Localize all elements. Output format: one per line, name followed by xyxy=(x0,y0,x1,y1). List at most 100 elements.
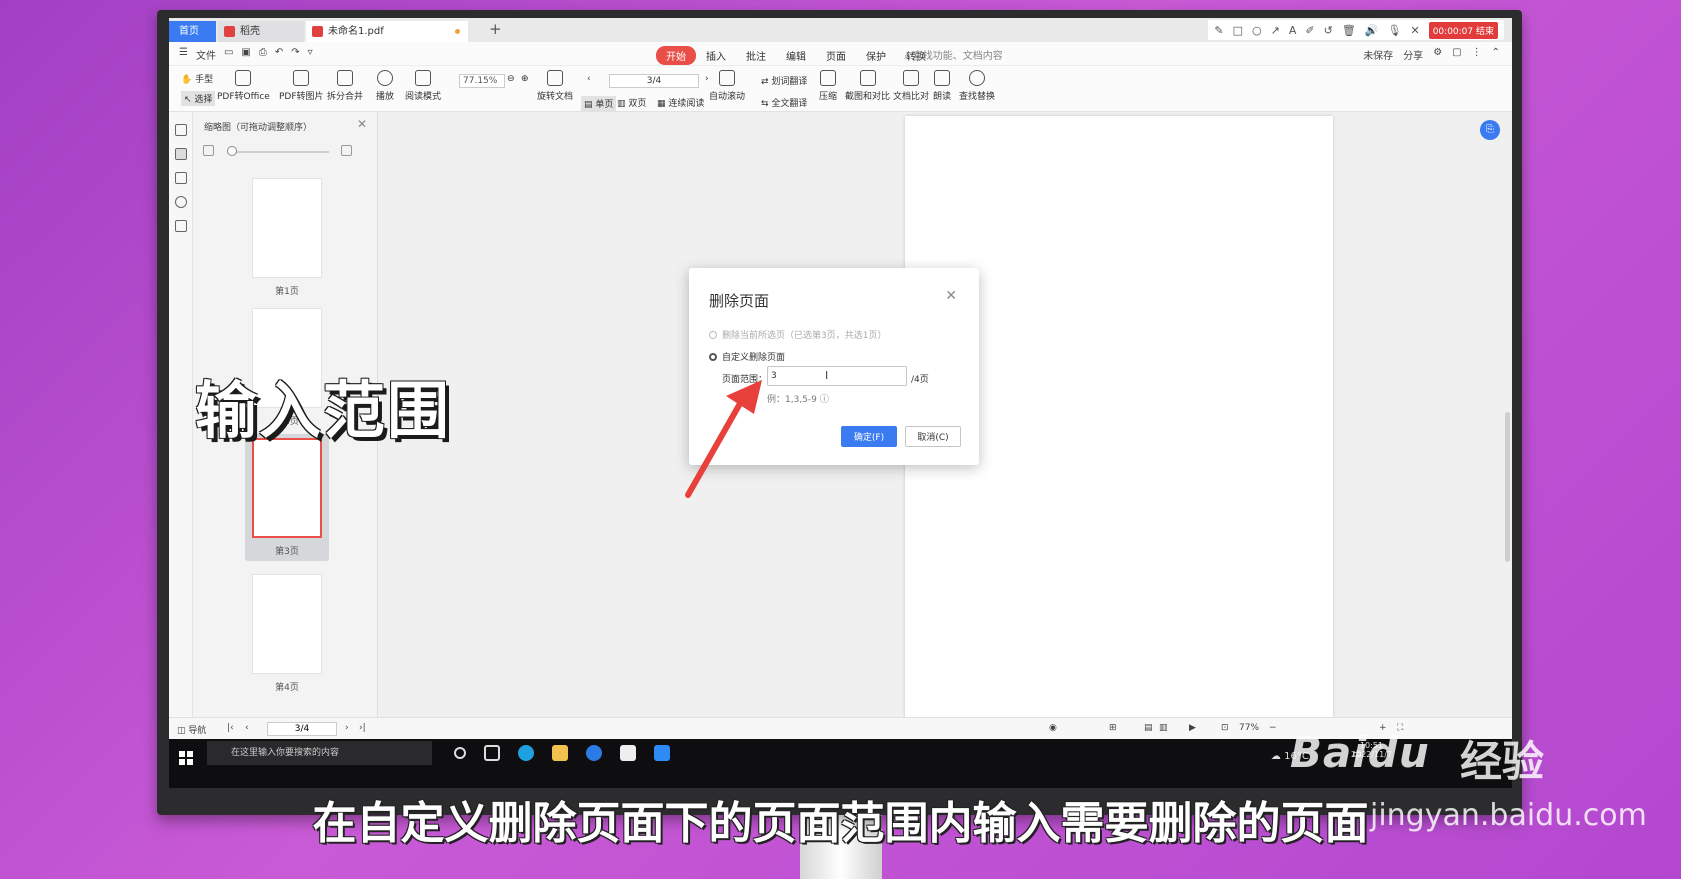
ribbon-tab-page[interactable]: 页面 xyxy=(816,46,856,65)
zoom-out-icon[interactable]: − xyxy=(1269,723,1277,733)
page-number-input[interactable]: 3/4 xyxy=(609,74,699,88)
menu-file[interactable]: 文件 xyxy=(196,47,216,62)
thumbnail-icon[interactable] xyxy=(175,148,187,160)
word-translate-button[interactable]: ⇄ 划词翻译 xyxy=(761,74,807,87)
read-mode-button[interactable]: 阅读模式 xyxy=(405,70,441,102)
app-icon[interactable] xyxy=(654,745,670,761)
mic-icon[interactable]: 🎙 xyxy=(1388,24,1402,37)
cancel-button[interactable]: 取消(C) xyxy=(905,426,961,447)
redo-icon[interactable]: ↷ xyxy=(291,47,299,62)
page-width-icon[interactable]: ⊞ xyxy=(1109,723,1117,733)
arrow-tool-icon[interactable]: ↗ xyxy=(1271,24,1280,37)
close-icon[interactable]: ✕ xyxy=(357,117,367,131)
prev-page-icon[interactable]: ‹ xyxy=(587,74,591,84)
screenshot-compare-button[interactable]: 截图和对比 xyxy=(845,70,890,102)
next-page-icon[interactable]: › xyxy=(345,723,349,733)
print-icon[interactable]: ⎙ xyxy=(259,47,267,62)
close-icon[interactable]: ✕ xyxy=(945,288,957,304)
split-merge-button[interactable]: 拆分合并 xyxy=(327,70,363,102)
assistant-icon[interactable]: ⎘ xyxy=(1480,120,1500,140)
trash-icon[interactable]: 🗑 xyxy=(1342,24,1356,37)
status-zoom[interactable]: 77% xyxy=(1239,723,1259,733)
confirm-button[interactable]: 确定(F) xyxy=(841,426,897,447)
share-button[interactable]: 分享 xyxy=(1403,47,1423,62)
continuous-read-button[interactable]: ▦ 连续阅读 xyxy=(657,96,704,109)
nav-toggle[interactable]: ◫ 导航 xyxy=(177,723,206,736)
auto-scroll-button[interactable]: 自动滚动 xyxy=(709,70,745,102)
full-translate-button[interactable]: ⇆ 全文翻译 xyxy=(761,96,807,109)
collapse-icon[interactable]: ⌃ xyxy=(1492,47,1500,62)
text-tool-icon[interactable]: A xyxy=(1289,24,1297,37)
thumbnail-page-4[interactable]: 第4页 xyxy=(245,570,329,697)
slider-handle[interactable] xyxy=(227,146,237,156)
open-icon[interactable]: ▭ xyxy=(224,47,233,62)
compress-button[interactable]: 压缩 xyxy=(819,70,837,102)
doc-compare-button[interactable]: 文档比对 xyxy=(893,70,929,102)
last-page-icon[interactable]: ›| xyxy=(359,723,366,733)
zoom-out-icon[interactable]: ⊖ xyxy=(507,74,515,84)
task-view-icon[interactable] xyxy=(484,745,500,761)
feature-search[interactable]: ⌕ 查找功能、文档内容 xyxy=(904,47,1003,62)
comment-icon[interactable]: ▢ xyxy=(1452,47,1461,62)
speaker-icon[interactable]: 🔊 xyxy=(1365,24,1379,37)
page-range-input[interactable] xyxy=(767,366,907,386)
ribbon-tab-insert[interactable]: 插入 xyxy=(696,46,736,65)
tab-document[interactable]: 未命名1.pdf xyxy=(306,21,468,42)
status-page-input[interactable]: 3/4 xyxy=(267,722,337,736)
thumbnail-page-3[interactable]: 第3页 xyxy=(245,434,329,561)
single-page-button[interactable]: ▤ 单页 xyxy=(581,96,617,111)
double-page-icon[interactable]: ▥ xyxy=(1159,723,1168,733)
dropdown-icon[interactable]: ▿ xyxy=(308,47,313,62)
radio-custom-delete[interactable]: 自定义删除页面 xyxy=(709,350,785,363)
zoom-select[interactable]: 77.15% xyxy=(459,74,505,88)
vertical-scrollbar[interactable] xyxy=(1505,412,1510,562)
taskbar-search[interactable]: 在这里输入你要搜索的内容 xyxy=(207,741,432,765)
close-icon[interactable]: ✕ xyxy=(1410,24,1419,37)
save-icon[interactable]: ▣ xyxy=(241,47,250,62)
ribbon-tab-annotate[interactable]: 批注 xyxy=(736,46,776,65)
browser-icon[interactable] xyxy=(586,745,602,761)
pdf-to-image-button[interactable]: PDF转图片 xyxy=(279,70,324,102)
cortana-icon[interactable] xyxy=(454,747,466,759)
play-button[interactable]: 播放 xyxy=(376,70,394,102)
hamburger-icon[interactable]: ☰ xyxy=(179,47,188,62)
thumbnail-size-slider[interactable] xyxy=(229,151,329,153)
rotate-button[interactable]: 旋转文档 xyxy=(537,70,573,102)
bookmark-icon[interactable] xyxy=(175,124,187,136)
ribbon-tab-protect[interactable]: 保护 xyxy=(856,46,896,65)
read-aloud-button[interactable]: 朗读 xyxy=(933,70,951,102)
pdf-to-office-button[interactable]: PDF转Office xyxy=(217,70,270,102)
signature-icon[interactable] xyxy=(175,220,187,232)
double-page-button[interactable]: ▥ 双页 xyxy=(617,96,646,109)
edge-icon[interactable] xyxy=(518,745,534,761)
hand-tool[interactable]: ✋ 手型 xyxy=(181,72,213,85)
file-explorer-icon[interactable] xyxy=(552,745,568,761)
undo-icon[interactable]: ↶ xyxy=(275,47,283,62)
prev-page-icon[interactable]: ‹ xyxy=(245,723,249,733)
marker-icon[interactable]: ✐ xyxy=(1305,24,1314,37)
rectangle-icon[interactable]: □ xyxy=(1233,24,1243,37)
eye-icon[interactable]: ◉ xyxy=(1049,723,1057,733)
pen-icon[interactable]: ✎ xyxy=(1214,24,1223,37)
tab-home[interactable]: 首页 xyxy=(169,21,216,42)
radio-delete-current[interactable]: 删除当前所选页（已选第3页，共选1页） xyxy=(709,328,886,341)
select-tool[interactable]: ↖ 选择 xyxy=(181,91,216,106)
record-stop-button[interactable]: 00:00:07 结束 xyxy=(1428,21,1498,39)
play-icon[interactable]: ▶ xyxy=(1189,723,1196,733)
more-icon[interactable]: ⋮ xyxy=(1472,47,1482,62)
comment-icon[interactable] xyxy=(175,172,187,184)
cloud-status[interactable]: 未保存 xyxy=(1363,47,1393,62)
new-tab-icon[interactable]: + xyxy=(489,20,502,38)
undo-icon[interactable]: ↺ xyxy=(1324,24,1333,37)
first-page-icon[interactable]: |‹ xyxy=(227,723,234,733)
attachment-icon[interactable] xyxy=(175,196,187,208)
thumbnail-page-1[interactable]: 第1页 xyxy=(245,174,329,301)
tab-docer[interactable]: 稻壳 xyxy=(218,21,304,42)
windows-start-icon[interactable] xyxy=(179,751,193,765)
document-app-icon[interactable] xyxy=(620,745,636,761)
fit-icon[interactable]: ⊡ xyxy=(1221,723,1229,733)
settings-icon[interactable]: ⚙ xyxy=(1433,47,1442,62)
ribbon-tab-edit[interactable]: 编辑 xyxy=(776,46,816,65)
find-replace-button[interactable]: 查找替换 xyxy=(959,70,995,102)
zoom-in-icon[interactable]: ⊕ xyxy=(521,74,529,84)
